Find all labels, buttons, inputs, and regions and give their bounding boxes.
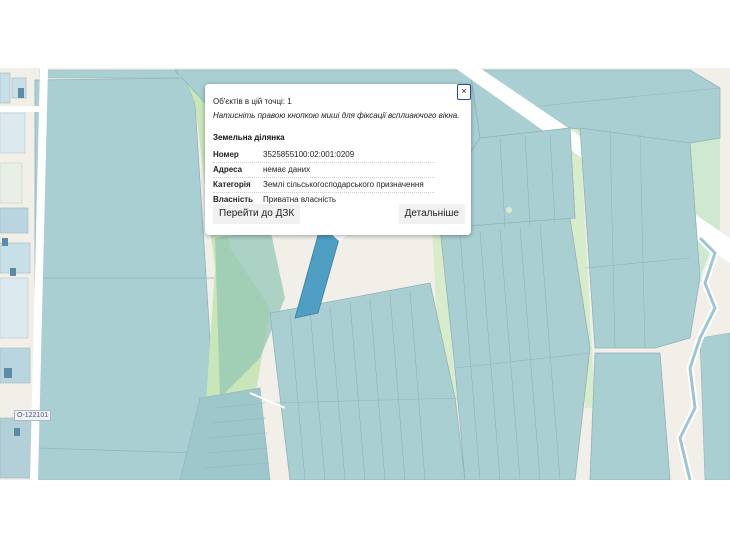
road-label: O-122101 — [14, 410, 52, 421]
table-row: Номер 3525855100:02:001:0209 — [213, 148, 435, 163]
row-key: Адреса — [213, 165, 243, 174]
table-row: Категорія Землі сільськогосподарського п… — [213, 178, 435, 193]
table-row: Адреса немає даних — [213, 163, 435, 178]
close-button[interactable]: × — [457, 84, 471, 100]
row-value: немає даних — [263, 165, 311, 174]
objects-count: Об'єктів в цій точці: 1 — [213, 97, 292, 106]
parcels-left — [34, 69, 216, 480]
row-value: Землі сільськогосподарського призначення — [263, 180, 424, 189]
row-value: 3525855100:02:001:0209 — [263, 150, 355, 159]
parcel-popup: × Об'єктів в цій точці: 1 Натисніть прав… — [205, 84, 471, 235]
row-key: Номер — [213, 150, 239, 159]
details-button[interactable]: Детальніше — [398, 204, 465, 224]
go-to-dzk-button[interactable]: Перейти до ДЗК — [213, 204, 301, 224]
section-title: Земельна ділянка — [213, 133, 285, 142]
parcel-info-table: Номер 3525855100:02:001:0209 Адреса нема… — [213, 148, 435, 207]
row-key: Категорія — [213, 180, 251, 189]
popup-hint: Натисніть правою кнопкою миші для фіксац… — [213, 111, 460, 120]
map-marker-dot — [506, 207, 512, 213]
